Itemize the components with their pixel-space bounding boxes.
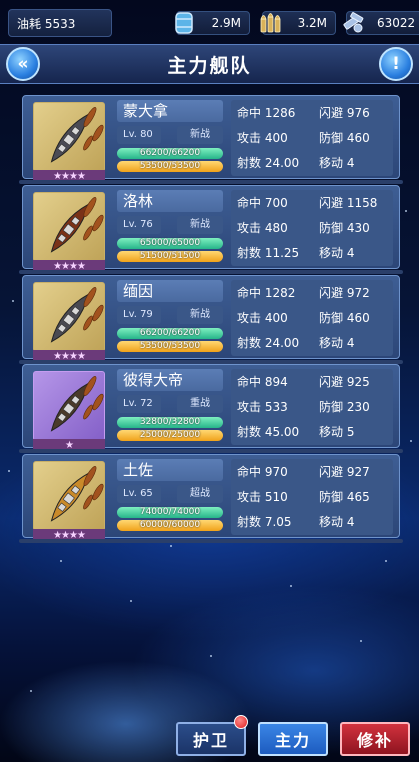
resource-steel[interactable]: 63022 <box>340 9 419 37</box>
hp-bar: 65000/65000 <box>117 238 223 249</box>
fuel-bar: 51500/51500 <box>117 251 223 262</box>
notification-badge <box>234 715 248 729</box>
stat-evade: 闪避 925 <box>319 375 370 389</box>
ship-card-2[interactable]: ★★★★ 洛林 Lv. 76 新战 65000/65000 51500/5150… <box>19 185 403 274</box>
stat-defense: 防御 460 <box>319 311 370 325</box>
stat-attack: 攻击 533 <box>237 400 288 414</box>
ship-level: Lv. 72 <box>117 395 161 413</box>
main-fleet-button[interactable]: 主力 <box>258 722 328 756</box>
stat-defense: 防御 230 <box>319 400 370 414</box>
stat-move: 移动 5 <box>319 425 355 439</box>
stat-defense: 防御 430 <box>319 221 370 235</box>
ship-stats: 命中 894 闪避 925 攻击 533 防御 230 射数 45.00 移动 … <box>231 369 393 445</box>
ship-card-3[interactable]: ★★★★ 缅因 Lv. 79 新战 66200/66200 53500/5350… <box>19 275 403 364</box>
stat-evade: 闪避 1158 <box>319 196 378 210</box>
ship-type-tag: 新战 <box>177 126 223 144</box>
star-rating: ★★★★ <box>33 260 105 272</box>
ship-type-tag: 重战 <box>177 395 223 413</box>
ship-level: Lv. 76 <box>117 216 161 234</box>
ship-name: 彼得大帝 <box>117 369 223 391</box>
ship-name: 洛林 <box>117 190 223 212</box>
stat-move: 移动 4 <box>319 246 355 260</box>
ship-card-4[interactable]: ★ 彼得大帝 Lv. 72 重战 32800/32800 25000/25000… <box>19 364 403 453</box>
stat-attack: 攻击 400 <box>237 131 288 145</box>
fuel-bar: 60000/60000 <box>117 520 223 531</box>
ship-type-tag: 新战 <box>177 306 223 324</box>
stat-attack: 攻击 510 <box>237 490 288 504</box>
stat-range: 射数 45.00 <box>237 425 300 439</box>
stat-attack: 攻击 480 <box>237 221 288 235</box>
stat-range: 射数 24.00 <box>237 336 300 350</box>
ship-stats: 命中 1286 闪避 976 攻击 400 防御 460 射数 24.00 移动… <box>231 100 393 176</box>
ship-stats: 命中 970 闪避 927 攻击 510 防御 465 射数 7.05 移动 4 <box>231 459 393 535</box>
ship-name: 缅因 <box>117 280 223 302</box>
ship-portrait[interactable] <box>33 371 105 441</box>
hp-bar: 66200/66200 <box>117 328 223 339</box>
repair-button[interactable]: 修补 <box>340 722 410 756</box>
fuel-bar: 53500/53500 <box>117 341 223 352</box>
stat-hit: 命中 700 <box>237 196 288 210</box>
page-title: 主力舰队 <box>167 55 252 77</box>
ship-portrait[interactable] <box>33 461 105 531</box>
title-bar: « 主力舰队 ! <box>0 44 419 84</box>
fuel-bar: 25000/25000 <box>117 430 223 441</box>
stat-range: 射数 24.00 <box>237 156 300 170</box>
fuel-barrel-icon <box>170 9 198 37</box>
stat-range: 射数 7.05 <box>237 515 292 529</box>
ship-level: Lv. 79 <box>117 306 161 324</box>
fuel-bar: 53500/53500 <box>117 161 223 172</box>
ship-type-tag: 新战 <box>177 216 223 234</box>
resource-ammo[interactable]: 3.2M <box>256 9 336 37</box>
ship-stats: 命中 1282 闪避 972 攻击 400 防御 460 射数 24.00 移动… <box>231 280 393 356</box>
hp-bar: 66200/66200 <box>117 148 223 159</box>
battleship-icon <box>50 376 104 432</box>
stat-hit: 命中 970 <box>237 465 288 479</box>
ship-name: 土佐 <box>117 459 223 481</box>
stat-hit: 命中 1286 <box>237 106 296 120</box>
ammo-icon <box>256 9 284 37</box>
star-rating: ★★★★ <box>33 529 105 541</box>
ship-stats: 命中 700 闪避 1158 攻击 480 防御 430 射数 11.25 移动… <box>231 190 393 266</box>
stat-defense: 防御 465 <box>319 490 370 504</box>
ship-level: Lv. 80 <box>117 126 161 144</box>
ship-type-tag: 超战 <box>177 485 223 503</box>
stat-attack: 攻击 400 <box>237 311 288 325</box>
star-rating: ★★★★ <box>33 170 105 182</box>
stat-range: 射数 11.25 <box>237 246 300 260</box>
steel-parts-icon <box>340 9 368 37</box>
ship-portrait[interactable] <box>33 102 105 172</box>
ship-name: 蒙大拿 <box>117 100 223 122</box>
star-rating: ★ <box>33 439 105 451</box>
battleship-icon <box>50 287 104 343</box>
stat-evade: 闪避 976 <box>319 106 370 120</box>
star-rating: ★★★★ <box>33 350 105 362</box>
ship-card-1[interactable]: ★★★★ 蒙大拿 Lv. 80 新战 66200/66200 53500/535… <box>19 95 403 184</box>
stat-defense: 防御 460 <box>319 131 370 145</box>
stat-evade: 闪避 927 <box>319 465 370 479</box>
ship-portrait[interactable] <box>33 192 105 262</box>
stat-move: 移动 4 <box>319 156 355 170</box>
stat-hit: 命中 1282 <box>237 286 296 300</box>
stat-move: 移动 4 <box>319 336 355 350</box>
stat-move: 移动 4 <box>319 515 355 529</box>
ship-card-5[interactable]: ★★★★ 土佐 Lv. 65 超战 74000/74000 60000/6000… <box>19 454 403 543</box>
battleship-icon <box>50 466 104 522</box>
hp-bar: 32800/32800 <box>117 417 223 428</box>
ship-portrait[interactable] <box>33 282 105 352</box>
ship-level: Lv. 65 <box>117 485 161 503</box>
resource-fuel[interactable]: 2.9M <box>170 9 250 37</box>
stat-evade: 闪避 972 <box>319 286 370 300</box>
battleship-icon <box>50 107 104 163</box>
exclamation-icon: ! <box>392 54 400 74</box>
hp-bar: 74000/74000 <box>117 507 223 518</box>
battleship-icon <box>50 197 104 253</box>
oil-consumption: 油耗 5533 <box>8 9 112 37</box>
info-button[interactable]: ! <box>379 47 413 81</box>
stat-hit: 命中 894 <box>237 375 288 389</box>
